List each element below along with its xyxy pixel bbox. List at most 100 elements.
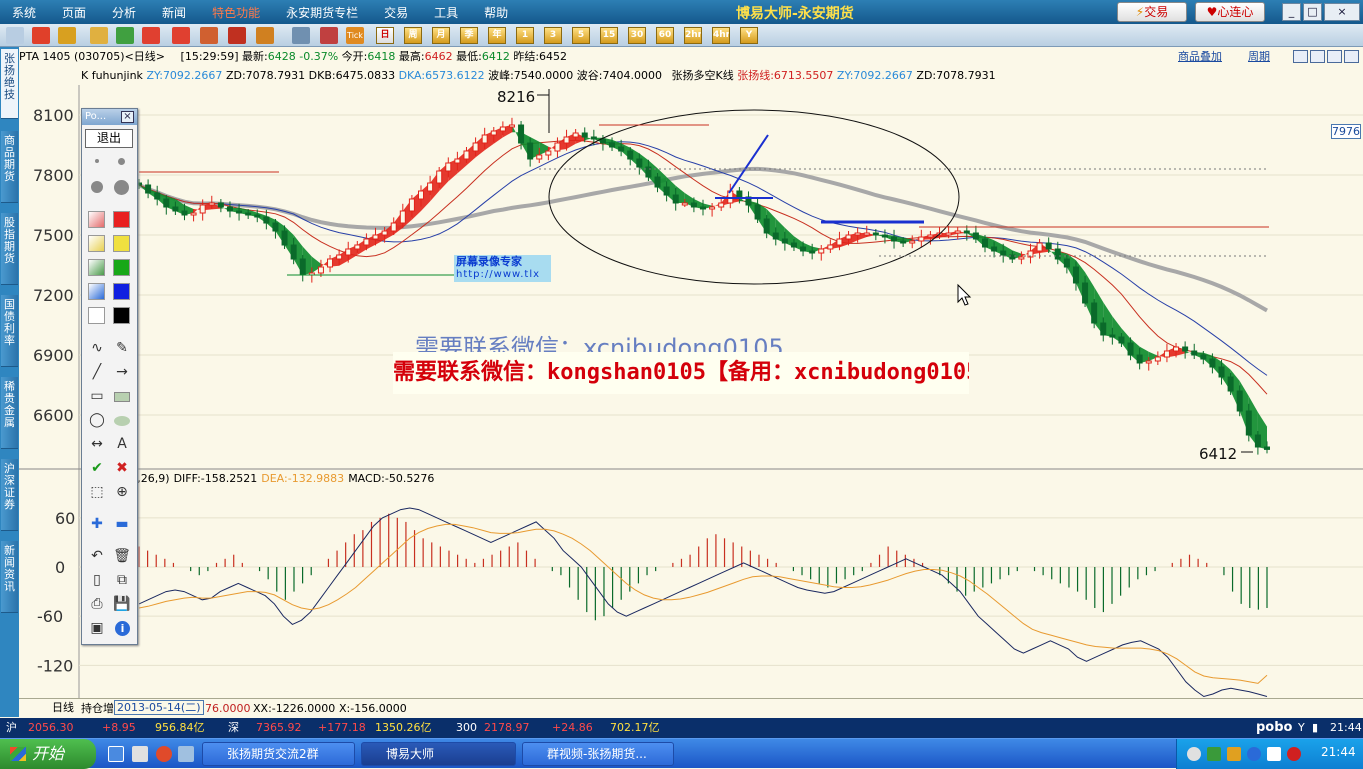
period-month[interactable]: 月 <box>432 27 450 44</box>
period-year[interactable]: 年 <box>488 27 506 44</box>
table-icon[interactable] <box>292 27 310 44</box>
arrow-tool-icon[interactable]: → <box>113 363 131 381</box>
tray-icon-2[interactable] <box>1207 747 1221 761</box>
task-chat-group[interactable]: 张扬期货交流2群 <box>202 742 355 766</box>
curve-tool-icon[interactable]: ∿ <box>88 339 106 357</box>
trade-button[interactable]: ⚡交易 <box>1117 2 1187 22</box>
tray-icon-1[interactable] <box>1187 747 1201 761</box>
menu-trade[interactable]: 交易 <box>384 4 408 21</box>
image-icon[interactable]: ▣ <box>88 619 106 637</box>
copy-icon[interactable]: ⧉ <box>113 571 131 589</box>
minus-icon[interactable]: ▬ <box>113 515 131 533</box>
eraser-tool-icon[interactable]: ✎ <box>113 339 131 357</box>
home-icon[interactable] <box>32 27 50 44</box>
menu-special[interactable]: 特色功能 <box>212 4 260 21</box>
period-1m[interactable]: 1 <box>516 27 534 44</box>
tick-icon[interactable]: Tick <box>346 27 364 44</box>
menu-page[interactable]: 页面 <box>62 4 86 21</box>
swatch-black[interactable] <box>113 307 130 324</box>
dot-medium-icon[interactable] <box>118 158 125 165</box>
draw-icon[interactable] <box>256 27 274 44</box>
dot-small-icon[interactable] <box>95 159 99 163</box>
undo-icon[interactable]: ↶ <box>88 547 106 565</box>
period-3m[interactable]: 3 <box>544 27 562 44</box>
heart-button[interactable]: ♥心连心 <box>1195 2 1265 22</box>
swatch-blue[interactable] <box>113 283 130 300</box>
info-icon[interactable]: i <box>115 621 130 636</box>
task-video-group[interactable]: 群视频-张扬期货... <box>522 742 674 766</box>
trash-icon[interactable]: 🗑 <box>113 547 131 565</box>
palette-close-icon[interactable]: × <box>121 111 134 123</box>
window-icon[interactable] <box>200 27 218 44</box>
select-tool-icon[interactable]: ⬚ <box>88 483 106 501</box>
new-file-icon[interactable]: ▯ <box>88 571 106 589</box>
tab-news[interactable]: 新闻资讯 <box>1 541 18 613</box>
palette-exit-button[interactable]: 退出 <box>85 129 133 148</box>
text-tool-icon[interactable]: A <box>113 435 131 453</box>
period-60m[interactable]: 60 <box>656 27 674 44</box>
cancel-icon[interactable]: ✖ <box>113 459 131 477</box>
layout-swap-icon[interactable] <box>1310 50 1325 63</box>
back-icon[interactable] <box>6 27 24 44</box>
period-4hr[interactable]: 4hr <box>712 27 730 44</box>
tray-icon-5[interactable] <box>1267 747 1281 761</box>
period-15m[interactable]: 15 <box>600 27 618 44</box>
tray-icon-3[interactable] <box>1227 747 1241 761</box>
dot-large-icon[interactable] <box>91 181 103 193</box>
close-button[interactable]: × <box>1324 3 1360 21</box>
news-icon[interactable] <box>90 27 108 44</box>
add-icon[interactable]: ✚ <box>88 515 106 533</box>
period-season[interactable]: 季 <box>460 27 478 44</box>
layout-right-icon[interactable] <box>1327 50 1342 63</box>
period-custom[interactable]: Y <box>740 27 758 44</box>
confirm-icon[interactable]: ✔ <box>88 459 106 477</box>
menu-yongan[interactable]: 永安期货专栏 <box>286 4 358 21</box>
swatch-red[interactable] <box>113 211 130 228</box>
zoom-in-icon[interactable] <box>142 27 160 44</box>
quicklaunch-media-icon[interactable] <box>178 746 194 762</box>
quote-icon[interactable] <box>58 27 76 44</box>
quicklaunch-ie-icon[interactable] <box>108 746 124 762</box>
period-30m[interactable]: 30 <box>628 27 646 44</box>
double-arrow-tool-icon[interactable]: ↔ <box>88 435 106 453</box>
pen-icon[interactable] <box>228 27 246 44</box>
swatch-blue-gradient[interactable] <box>88 283 105 300</box>
tray-icon-6[interactable] <box>1287 747 1301 761</box>
ellipse-tool-icon[interactable]: ◯ <box>88 411 106 429</box>
period-2hr[interactable]: 2hr <box>684 27 702 44</box>
quicklaunch-desktop-icon[interactable] <box>132 746 148 762</box>
refresh-icon[interactable] <box>116 27 134 44</box>
chart-icon[interactable] <box>320 27 338 44</box>
print-icon[interactable]: ⎙ <box>88 595 106 613</box>
swatch-white[interactable] <box>88 307 105 324</box>
dot-xlarge-icon[interactable] <box>114 180 129 195</box>
minimize-button[interactable]: _ <box>1282 3 1301 21</box>
menu-news[interactable]: 新闻 <box>162 4 186 21</box>
maximize-button[interactable]: □ <box>1303 3 1322 21</box>
menu-tools[interactable]: 工具 <box>434 4 458 21</box>
swatch-red-gradient[interactable] <box>88 211 105 228</box>
menu-analysis[interactable]: 分析 <box>112 4 136 21</box>
tab-zhangyang[interactable]: 张扬绝技 <box>1 49 18 119</box>
period-link[interactable]: 周期 <box>1248 48 1270 66</box>
tab-commodity[interactable]: 商品期货 <box>1 131 18 203</box>
tray-icon-4[interactable] <box>1247 747 1261 761</box>
swatch-yellow-gradient[interactable] <box>88 235 105 252</box>
tab-bonds[interactable]: 国债利率 <box>1 295 18 367</box>
filled-rect-tool-icon[interactable] <box>114 392 130 402</box>
swatch-green[interactable] <box>113 259 130 276</box>
period-week[interactable]: 周 <box>404 27 422 44</box>
task-boyi-master[interactable]: 博易大师 <box>361 742 516 766</box>
save-icon[interactable]: 💾 <box>113 595 131 613</box>
zoom-out-icon[interactable] <box>172 27 190 44</box>
menu-system[interactable]: 系统 <box>12 4 36 21</box>
menu-help[interactable]: 帮助 <box>484 4 508 21</box>
period-5m[interactable]: 5 <box>572 27 590 44</box>
overlay-link[interactable]: 商品叠加 <box>1178 48 1222 66</box>
tab-metals[interactable]: 稀贵金属 <box>1 377 18 449</box>
line-tool-icon[interactable]: ╱ <box>88 363 106 381</box>
swatch-yellow[interactable] <box>113 235 130 252</box>
rect-tool-icon[interactable]: ▭ <box>88 387 106 405</box>
layout-close-icon[interactable] <box>1344 50 1359 63</box>
swatch-green-gradient[interactable] <box>88 259 105 276</box>
